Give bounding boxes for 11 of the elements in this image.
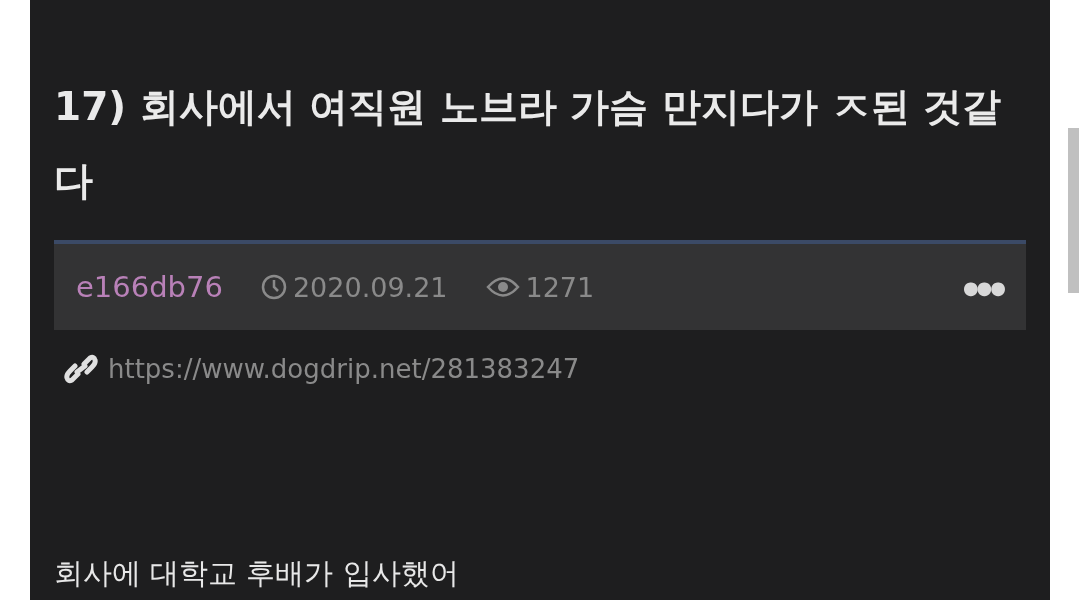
author-name[interactable]: e166db76 [76,270,223,304]
clock-icon [260,274,287,300]
scrollbar[interactable] [1068,128,1079,293]
post-title: 17) 회사에서 여직원 노브라 가슴 만지다가 ㅈ된 것같다 [54,83,1003,205]
link-icon [64,354,98,384]
post-url-link[interactable]: https://www.dogdrip.net/281383247 [108,354,580,384]
post-date: 2020.09.21 [292,271,448,303]
post-body-text: 회사에 대학교 후배가 입사했어 [54,555,460,592]
more-button[interactable]: ●●● [962,276,1004,298]
view-count: 1271 [525,271,595,303]
eye-icon [485,276,520,298]
